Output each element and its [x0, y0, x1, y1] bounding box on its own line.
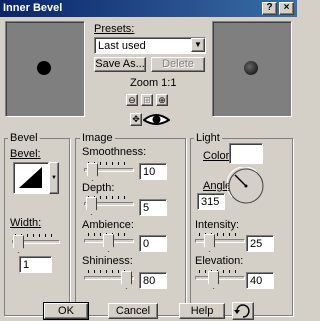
- angle-dial[interactable]: [226, 166, 265, 205]
- shininess-label: Shininess:: [82, 255, 133, 267]
- help-icon: ?: [266, 2, 273, 13]
- light-group-title: Light: [194, 132, 222, 144]
- title-bar: Inner Bevel: [0, 0, 297, 17]
- result-dot: [244, 61, 258, 75]
- cancel-button[interactable]: Cancel: [108, 303, 158, 319]
- close-icon: ×: [283, 2, 290, 13]
- intensity-input[interactable]: 25: [246, 235, 274, 252]
- ok-button[interactable]: OK: [43, 302, 89, 320]
- reset-icon[interactable]: [232, 302, 254, 320]
- presets-dropdown[interactable]: Last used ▼: [94, 37, 206, 54]
- image-group-title: Image: [80, 132, 115, 144]
- bevel-shape-picker[interactable]: [13, 162, 49, 194]
- help-button[interactable]: Help: [179, 303, 225, 319]
- ambience-label: Ambience:: [82, 219, 134, 231]
- window-title: Inner Bevel: [3, 2, 63, 14]
- elevation-ticks: [199, 270, 241, 273]
- fit-icon: ⊞: [141, 94, 153, 106]
- close-button[interactable]: ×: [279, 2, 294, 15]
- angle-input[interactable]: 315: [197, 193, 225, 210]
- presets-label: Presets:: [94, 23, 135, 35]
- chevron-down-icon[interactable]: ▼: [191, 38, 205, 52]
- presets-value: Last used: [98, 40, 146, 52]
- zoom-label: Zoom 1:1: [130, 77, 177, 89]
- bevel-dropdown-arrow[interactable]: ▼: [49, 162, 59, 194]
- depth-label: Depth:: [82, 182, 115, 194]
- bevel-group-title: Bevel: [8, 132, 40, 144]
- save-as-button[interactable]: Save As...: [94, 57, 146, 72]
- zoom-in-icon[interactable]: ⊕: [156, 94, 168, 106]
- ambience-input[interactable]: 0: [139, 235, 167, 252]
- width-input[interactable]: 1: [19, 256, 52, 273]
- depth-input[interactable]: 5: [139, 199, 167, 216]
- bevel-label: Bevel:: [10, 148, 41, 160]
- intensity-slider[interactable]: [195, 239, 245, 243]
- color-label: Color:: [203, 150, 233, 162]
- elevation-slider[interactable]: [195, 276, 245, 280]
- smoothness-label: Smoothness:: [82, 146, 147, 158]
- shininess-input[interactable]: 80: [139, 272, 167, 289]
- original-preview[interactable]: [5, 21, 85, 117]
- result-preview[interactable]: [212, 21, 292, 117]
- delete-button: Delete: [151, 57, 205, 72]
- elevation-label: Elevation:: [195, 255, 244, 267]
- move-icon[interactable]: ✥: [130, 113, 142, 126]
- elevation-input[interactable]: 40: [246, 272, 274, 289]
- zoom-out-icon[interactable]: ⊖: [126, 94, 138, 106]
- original-dot: [37, 61, 51, 75]
- width-label: Width:: [10, 217, 42, 229]
- eye-icon[interactable]: [142, 112, 171, 127]
- smoothness-input[interactable]: 10: [139, 163, 167, 180]
- help-title-button[interactable]: ?: [262, 2, 277, 15]
- intensity-label: Intensity:: [195, 219, 240, 231]
- light-color-swatch[interactable]: [229, 143, 263, 164]
